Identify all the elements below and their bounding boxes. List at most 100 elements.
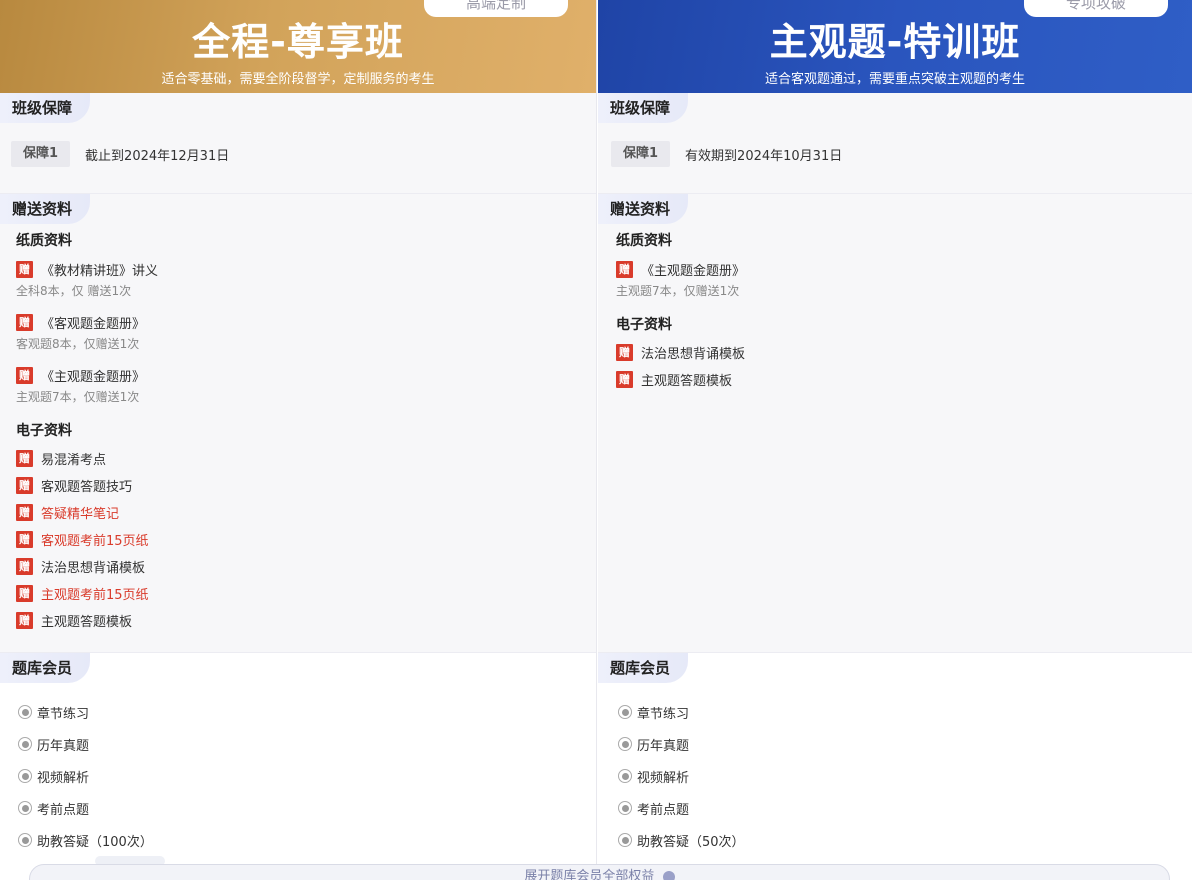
section-question-bank: 题库会员 章节练习 历年真题 视频解析 考前点题 助教答疑（50次） (598, 653, 1192, 880)
tag-badge: 高端定制 (424, 0, 568, 17)
gift-name: 《客观题金题册》 (41, 316, 146, 332)
radio-dot-icon (18, 801, 32, 815)
guarantee-row: 保障1 截止到2024年12月31日 (11, 141, 229, 167)
radio-dot-icon (18, 705, 32, 719)
gift-icon: 赠 (16, 557, 33, 575)
gift-name: 答疑精华笔记 (41, 506, 120, 522)
gift-list: 纸质资料 赠 《教材精讲班》讲义 全科8本，仅 赠送1次 赠 《客观题金题册》 … (16, 232, 580, 630)
list-item: 赠 《主观题金题册》 (616, 260, 1176, 279)
category-title: 电子资料 (616, 317, 672, 333)
list-item: 赠 《客观题金题册》 (16, 313, 580, 332)
tag-badge: 专项攻破 (1024, 0, 1168, 17)
gift-note: 主观题7本，仅赠送1次 (16, 390, 140, 404)
section-label: 班级保障 (598, 93, 688, 123)
gift-entry: 赠 《主观题金题册》 主观题7本，仅赠送1次 (616, 260, 1176, 299)
guarantee-badge: 保障1 (611, 141, 671, 167)
header-banner-subjective-course: 专项攻破 主观题-特训班 适合客观题通过，需要重点突破主观题的考生 (598, 0, 1192, 93)
e-gift-list: 赠 易混淆考点 赠 客观题答题技巧 赠 答疑精华笔记 赠 客观题考前15页纸 赠… (16, 449, 580, 630)
gift-note: 全科8本，仅 赠送1次 (16, 284, 132, 298)
bank-item-label: 助教答疑（100次） (37, 834, 153, 850)
category-title: 纸质资料 (16, 233, 72, 249)
e-gift-list: 赠 法治思想背诵模板 赠 主观题答题模板 (616, 343, 1176, 389)
guarantee-row: 保障1 有效期到2024年10月31日 (611, 141, 842, 167)
list-item: 赠 主观题考前15页纸 (16, 584, 580, 603)
gift-name: 主观题答题模板 (41, 614, 133, 630)
gift-name: 主观题考前15页纸 (41, 587, 149, 603)
column-full-course: 高端定制 全程-尊享班 适合零基础，需要全阶段督学，定制服务的考生 班级保障 保… (0, 0, 597, 880)
bank-item: 助教答疑（50次） (618, 824, 745, 856)
section-label: 题库会员 (598, 653, 688, 683)
gift-note: 客观题8本，仅赠送1次 (16, 337, 140, 351)
bank-item-label: 视频解析 (637, 770, 690, 786)
list-item: 赠 主观题答题模板 (616, 370, 1176, 389)
gift-entry: 赠 《主观题金题册》 主观题7本，仅赠送1次 (16, 366, 580, 405)
bank-item-label: 考前点题 (37, 802, 90, 818)
gift-name: 法治思想背诵模板 (41, 560, 146, 576)
bank-item: 考前点题 (18, 792, 153, 824)
bank-list: 章节练习 历年真题 视频解析 考前点题 助教答疑（50次） (618, 696, 745, 856)
gift-name: 客观题考前15页纸 (41, 533, 149, 549)
section-label: 班级保障 (0, 93, 90, 123)
radio-dot-icon (618, 801, 632, 815)
chevron-down-icon (662, 870, 675, 880)
gift-entry: 赠 《客观题金题册》 客观题8本，仅赠送1次 (16, 313, 580, 352)
gift-icon: 赠 (616, 370, 633, 388)
bank-item-label: 助教答疑（50次） (637, 834, 745, 850)
section-label: 赠送资料 (0, 194, 90, 224)
plan-title: 主观题-特训班 (769, 20, 1021, 64)
column-subjective-course: 专项攻破 主观题-特训班 适合客观题通过，需要重点突破主观题的考生 班级保障 保… (598, 0, 1192, 880)
expand-label: 展开题库会员全部权益 (524, 869, 655, 880)
radio-dot-icon (18, 737, 32, 751)
bank-item: 历年真题 (618, 728, 745, 760)
list-item: 赠 《教材精讲班》讲义 (16, 260, 580, 279)
gift-icon: 赠 (16, 584, 33, 602)
gift-icon: 赠 (16, 449, 33, 467)
expand-benefits-button[interactable]: 展开题库会员全部权益 (29, 864, 1170, 880)
gift-name: 易混淆考点 (41, 452, 107, 468)
gift-icon: 赠 (16, 476, 33, 494)
bank-item-label: 章节练习 (637, 706, 690, 722)
gift-entry: 赠 《教材精讲班》讲义 全科8本，仅 赠送1次 (16, 260, 580, 299)
guarantee-text: 有效期到2024年10月31日 (685, 148, 843, 164)
bank-item-label: 视频解析 (37, 770, 90, 786)
gift-name: 客观题答题技巧 (41, 479, 133, 495)
list-item: 赠 法治思想背诵模板 (16, 557, 580, 576)
gift-icon: 赠 (616, 260, 633, 278)
gift-icon: 赠 (16, 366, 33, 384)
gift-name: 《主观题金题册》 (641, 263, 746, 279)
radio-dot-icon (618, 737, 632, 751)
list-item: 赠 法治思想背诵模板 (616, 343, 1176, 362)
gift-icon: 赠 (16, 313, 33, 331)
radio-dot-icon (618, 833, 632, 847)
bank-item-label: 历年真题 (637, 738, 690, 754)
list-item: 赠 《主观题金题册》 (16, 366, 580, 385)
radio-dot-icon (618, 705, 632, 719)
bank-item-label: 考前点题 (637, 802, 690, 818)
gift-icon: 赠 (16, 503, 33, 521)
gift-name: 主观题答题模板 (641, 373, 733, 389)
section-label: 赠送资料 (598, 194, 688, 224)
gift-icon: 赠 (16, 530, 33, 548)
bank-item: 助教答疑（100次） (18, 824, 153, 856)
bank-item: 视频解析 (18, 760, 153, 792)
gift-icon: 赠 (16, 611, 33, 629)
gift-note: 主观题7本，仅赠送1次 (616, 284, 740, 298)
plan-subtitle: 适合零基础，需要全阶段督学，定制服务的考生 (161, 72, 435, 87)
section-question-bank: 题库会员 章节练习 历年真题 视频解析 考前点题 助教答疑（100次） (0, 653, 596, 880)
gift-name: 《主观题金题册》 (41, 369, 146, 385)
list-item: 赠 主观题答题模板 (16, 611, 580, 630)
section-gifts: 赠送资料 纸质资料 赠 《教材精讲班》讲义 全科8本，仅 赠送1次 赠 《客观题… (0, 194, 596, 653)
bank-item: 章节练习 (18, 696, 153, 728)
section-label: 题库会员 (0, 653, 90, 683)
radio-dot-icon (618, 769, 632, 783)
gift-icon: 赠 (16, 260, 33, 278)
radio-dot-icon (18, 769, 32, 783)
course-compare: 高端定制 全程-尊享班 适合零基础，需要全阶段督学，定制服务的考生 班级保障 保… (0, 0, 1192, 880)
list-item: 赠 客观题答题技巧 (16, 476, 580, 495)
category-title: 电子资料 (16, 423, 72, 439)
gift-list: 纸质资料 赠 《主观题金题册》 主观题7本，仅赠送1次 电子资料 赠 法治思想背… (616, 232, 1176, 389)
guarantee-text: 截止到2024年12月31日 (85, 148, 230, 164)
list-item: 赠 易混淆考点 (16, 449, 580, 468)
bank-item-label: 历年真题 (37, 738, 90, 754)
list-item: 赠 客观题考前15页纸 (16, 530, 580, 549)
